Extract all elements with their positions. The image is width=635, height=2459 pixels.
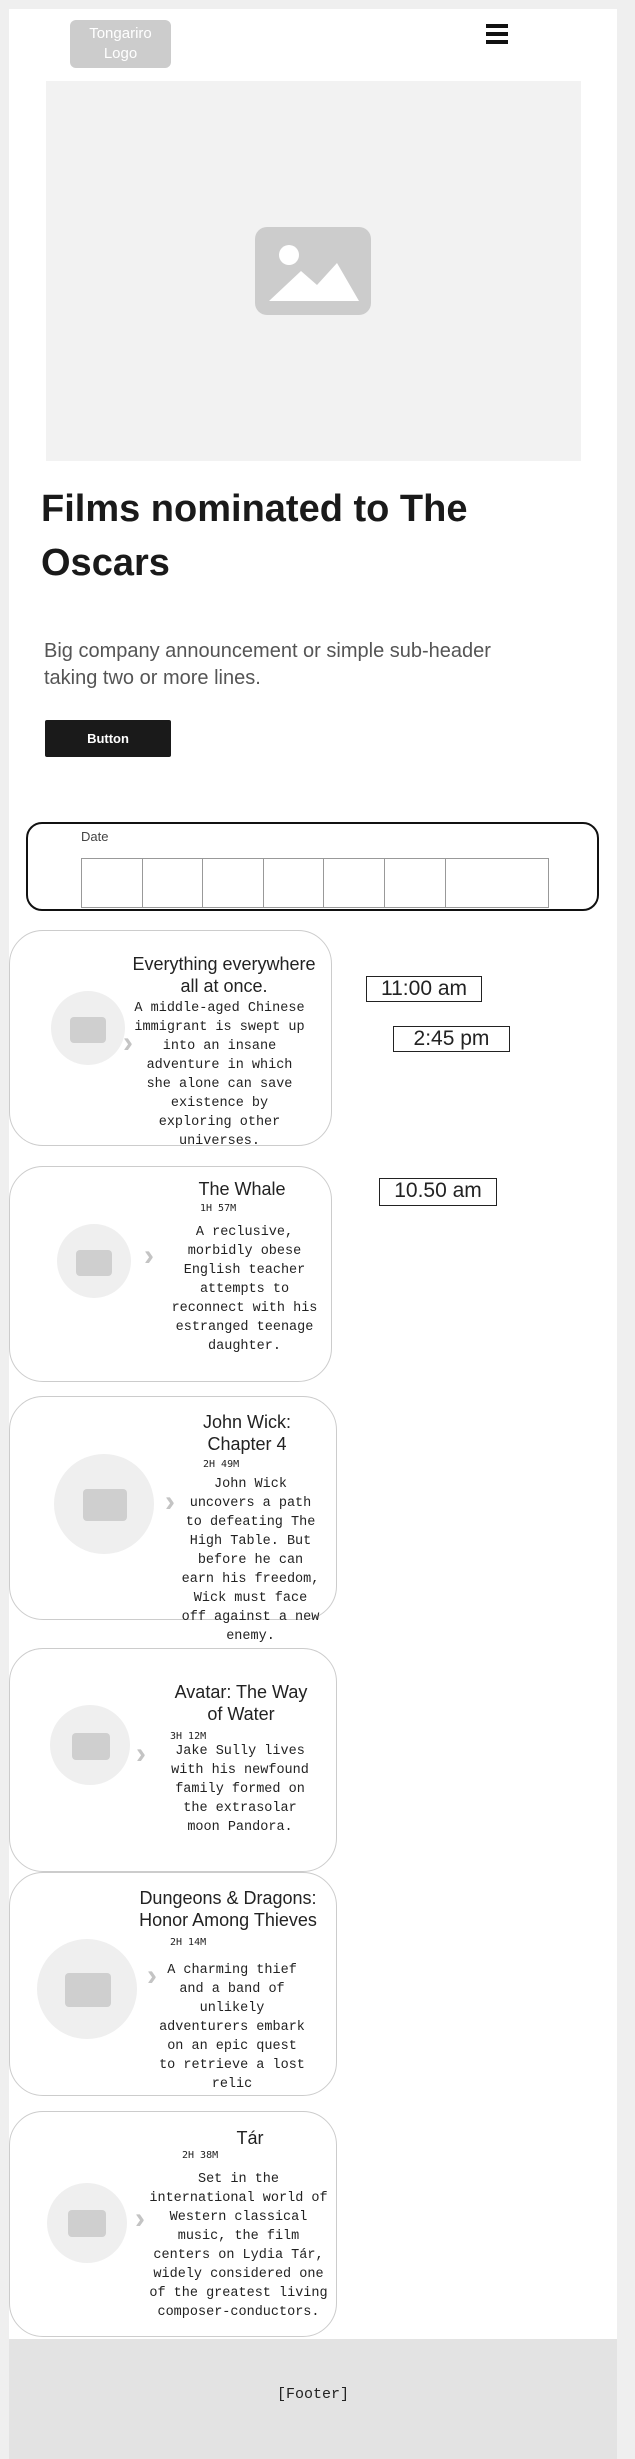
chevron-right-icon[interactable]: ›: [136, 1739, 146, 1769]
film-description: A charming thief and a band of unlikely …: [159, 1963, 305, 2092]
film-duration: 1H 57M: [200, 1203, 237, 1214]
film-card[interactable]: › Dungeons & Dragons: Honor Among Thieve…: [9, 1872, 337, 2096]
image-placeholder-icon: [255, 227, 371, 315]
film-title: John Wick: Chapter 4: [202, 1412, 292, 1454]
film-duration: 2H 38M: [182, 2150, 219, 2161]
hamburger-icon[interactable]: [486, 24, 508, 46]
date-picker: Date: [26, 822, 599, 911]
film-card[interactable]: › The Whale 1H 57M A reclusive, morbidly…: [9, 1166, 332, 1382]
chevron-right-icon[interactable]: ›: [147, 1961, 157, 1991]
image-icon: [65, 1973, 111, 2007]
logo[interactable]: Tongariro Logo: [70, 20, 171, 68]
chevron-right-icon[interactable]: ›: [135, 2204, 145, 2234]
film-card[interactable]: › Everything everywhere all at once. A m…: [9, 930, 332, 1149]
date-cell[interactable]: [446, 859, 548, 907]
film-title: Tár: [236, 2128, 264, 2148]
chevron-right-icon[interactable]: ›: [165, 1487, 175, 1517]
primary-button[interactable]: Button: [45, 720, 171, 757]
film-description: John Wick uncovers a path to defeating T…: [181, 1477, 320, 1644]
date-cell[interactable]: [82, 859, 143, 907]
film-description: A reclusive, morbidly obese English teac…: [171, 1225, 318, 1354]
film-description: A middle-aged Chinese immigrant is swept…: [134, 1001, 305, 1149]
showtime[interactable]: 11:00 am: [366, 976, 482, 1002]
page-title: Films nominated to The Oscars: [41, 488, 468, 584]
footer: [Footer]: [9, 2339, 617, 2459]
image-icon: [83, 1489, 127, 1521]
film-card[interactable]: › John Wick: Chapter 4 2H 49M John Wick …: [9, 1396, 337, 1644]
logo-text: Tongariro Logo: [89, 25, 152, 62]
film-title: Everything everywhere all at once.: [132, 954, 316, 996]
date-label: Date: [81, 829, 109, 844]
date-cell[interactable]: [385, 859, 446, 907]
showtime[interactable]: 2:45 pm: [393, 1026, 510, 1052]
image-icon: [72, 1733, 110, 1760]
film-description: Set in the international world of Wester…: [149, 2172, 328, 2320]
hero-image: [46, 81, 581, 461]
sub-header: Big company announcement or simple sub-h…: [44, 640, 491, 689]
chevron-right-icon[interactable]: ›: [144, 1241, 154, 1271]
date-grid: [81, 858, 549, 908]
image-icon: [68, 2210, 106, 2237]
film-duration: 3H 12M: [170, 1731, 207, 1742]
showtime[interactable]: 10.50 am: [379, 1178, 497, 1206]
image-icon: [76, 1250, 112, 1276]
image-icon: [70, 1017, 106, 1043]
film-title: Avatar: The Way of Water: [174, 1682, 308, 1724]
film-title: The Whale: [198, 1179, 286, 1199]
film-card[interactable]: › Tár 2H 38M Set in the international wo…: [9, 2111, 337, 2337]
film-duration: 2H 49M: [203, 1459, 240, 1470]
date-cell[interactable]: [203, 859, 264, 907]
date-cell[interactable]: [264, 859, 324, 907]
date-cell[interactable]: [324, 859, 385, 907]
film-card[interactable]: › Avatar: The Way of Water 3H 12M Jake S…: [9, 1648, 337, 1872]
film-description: Jake Sully lives with his newfound famil…: [171, 1744, 309, 1835]
date-cell[interactable]: [143, 859, 203, 907]
film-title: Dungeons & Dragons: Honor Among Thieves: [139, 1888, 317, 1930]
footer-text: [Footer]: [276, 2386, 349, 2403]
film-duration: 2H 14M: [170, 1937, 207, 1948]
